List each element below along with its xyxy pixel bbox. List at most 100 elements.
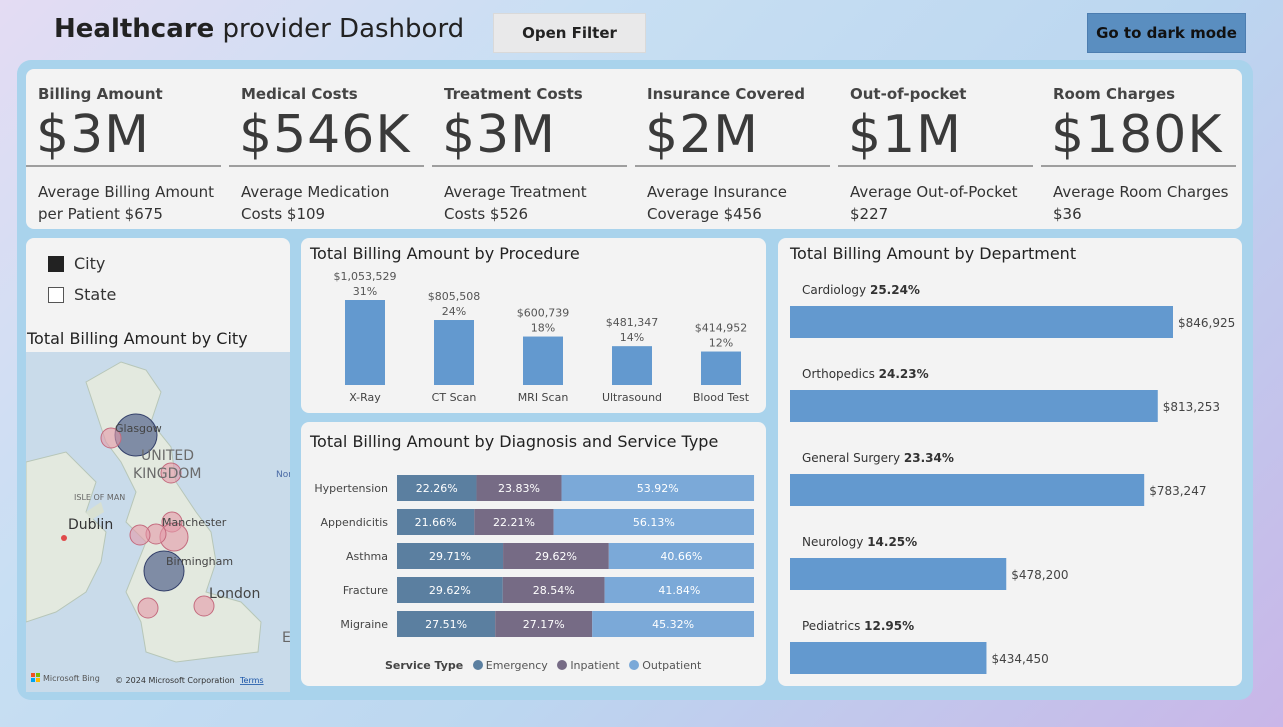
procedure-category-label: CT Scan (432, 391, 477, 404)
dark-mode-button[interactable]: Go to dark mode (1087, 13, 1246, 53)
procedure-bar[interactable] (434, 320, 474, 385)
diagnosis-segment-label: 22.21% (493, 516, 535, 529)
diagnosis-segment-label: 22.26% (416, 482, 458, 495)
toggle-city[interactable]: City (48, 254, 105, 273)
department-bar[interactable] (790, 474, 1145, 506)
diagnosis-segment-label: 53.92% (637, 482, 679, 495)
legend-title: Service Type (385, 659, 464, 672)
legend-emergency: Emergency (485, 659, 548, 672)
diagnosis-legend: Service Type Emergency Inpatient Outpati… (385, 659, 701, 672)
department-chart-panel: Total Billing Amount by Department Cardi… (778, 238, 1242, 686)
map-label-uk: UNITED (141, 448, 194, 464)
kpi-label: Billing Amount (38, 85, 163, 103)
department-bar[interactable] (790, 558, 1007, 590)
legend-dot-icon (629, 660, 640, 670)
open-filter-button[interactable]: Open Filter (493, 13, 646, 53)
department-value-label: $846,925 (1178, 316, 1235, 330)
procedure-category-label: MRI Scan (518, 391, 569, 404)
billing-map[interactable]: Glasgow UNITED KINGDOM ISLE OF MAN Dubli… (26, 352, 290, 692)
city-bubble[interactable] (129, 524, 151, 546)
procedure-chart-panel: Total Billing Amount by Procedure $1,053… (301, 238, 766, 413)
kpi-subtext: Average Out-of-Pocket $227 (850, 183, 1018, 223)
procedure-value-label: $414,952 (695, 322, 748, 335)
procedure-value-label: $1,053,529 (334, 270, 397, 283)
map-label-glasgow: Glasgow (115, 422, 162, 435)
department-bar[interactable] (790, 390, 1158, 422)
map-copyright: © 2024 Microsoft Corporation (115, 676, 235, 685)
department-percent: 23.34% (904, 451, 954, 465)
diagnosis-category-label: Fracture (343, 584, 388, 597)
map-label-manchester: Manchester (162, 516, 227, 529)
procedure-percent-label: 12% (709, 337, 733, 350)
kpi-subtext: Average Insurance Coverage $456 (647, 183, 787, 223)
legend-dot-icon (472, 660, 483, 670)
procedure-bar[interactable] (701, 351, 741, 385)
toggle-state-label: State (74, 285, 117, 304)
checkbox-empty-icon[interactable] (48, 286, 64, 303)
map-label-dublin: Dublin (68, 517, 113, 533)
procedure-value-label: $805,508 (428, 290, 481, 303)
diagnosis-segment-label: 56.13% (633, 516, 675, 529)
city-marker (61, 535, 67, 541)
toggle-state[interactable]: State (48, 285, 116, 304)
kpi-billing-amount: Billing Amount $3M Average Billing Amoun… (26, 69, 221, 229)
department-label: General Surgery 23.34% (802, 451, 954, 465)
terms-link[interactable]: Terms (239, 676, 264, 685)
kpi-subtext: Average Treatment Costs $526 (444, 183, 587, 223)
department-value-label: $813,253 (1163, 400, 1220, 414)
map-label-birmingham: Birmingham (166, 555, 233, 568)
map-title: Total Billing Amount by City (27, 329, 248, 348)
legend-outpatient: Outpatient (642, 659, 702, 672)
department-chart: Cardiology 25.24% $846,925 Orthopedics 24.… (790, 283, 1235, 674)
kpi-label: Treatment Costs (444, 85, 583, 103)
procedure-bar[interactable] (612, 346, 652, 385)
city-bubble[interactable] (137, 597, 159, 619)
kpi-value: $546K (239, 105, 411, 165)
department-bar[interactable] (790, 642, 987, 674)
diagnosis-segment-label: 29.62% (535, 550, 577, 563)
department-bar[interactable] (790, 306, 1173, 338)
department-value-label: $478,200 (1011, 568, 1068, 582)
map-canvas[interactable]: Glasgow UNITED KINGDOM ISLE OF MAN Dubli… (26, 352, 290, 692)
diagnosis-segment-label: 27.51% (425, 618, 467, 631)
procedure-chart: $1,053,529 31% X-Ray $805,508 24% CT Scan $600… (334, 270, 750, 404)
procedure-percent-label: 18% (531, 322, 555, 335)
department-label: Neurology 14.25% (802, 535, 917, 549)
legend-inpatient: Inpatient (570, 659, 620, 672)
bing-logo-icon (36, 673, 40, 677)
diagnosis-segment-label: 27.17% (523, 618, 565, 631)
diagnosis-segment-label: 29.62% (429, 584, 471, 597)
diagnosis-category-label: Hypertension (314, 482, 388, 495)
department-percent: 14.25% (867, 535, 917, 549)
bing-logo-icon (31, 678, 35, 682)
kpi-label: Room Charges (1053, 85, 1176, 103)
procedure-bar[interactable] (345, 300, 385, 385)
divider (1041, 165, 1236, 167)
checkbox-checked-icon[interactable] (48, 255, 64, 272)
kpi-value: $3M (36, 105, 151, 165)
kpi-value: $180K (1051, 105, 1223, 165)
bing-logo-icon (31, 673, 35, 677)
procedure-category-label: X-Ray (349, 391, 381, 404)
procedure-bar[interactable] (523, 336, 563, 385)
kpi-out-of-pocket: Out-of-pocket $1M Average Out-of-Pocket … (838, 69, 1033, 229)
procedure-percent-label: 24% (442, 305, 466, 318)
department-label: Pediatrics 12.95% (802, 619, 914, 633)
divider (26, 165, 221, 167)
kpi-label: Insurance Covered (647, 85, 805, 103)
diagnosis-segment-label: 40.66% (660, 550, 702, 563)
map-panel: City State Total Billing Amount by City … (26, 238, 290, 692)
diagnosis-chart-panel: Total Billing Amount by Diagnosis and Se… (301, 422, 766, 686)
procedure-category-label: Blood Test (693, 391, 750, 404)
kpi-label: Out-of-pocket (850, 85, 967, 103)
page-title: Healthcare provider Dashbord (54, 14, 465, 44)
map-label-e: E (282, 630, 290, 646)
department-label: Orthopedics 24.23% (802, 367, 929, 381)
diagnosis-category-label: Asthma (346, 550, 388, 563)
kpi-room-charges: Room Charges $180K Average Room Charges … (1041, 69, 1236, 229)
map-label-nor: Nor (276, 470, 290, 480)
map-label-kingdom: KINGDOM (133, 466, 202, 482)
department-percent: 12.95% (864, 619, 914, 633)
diagnosis-segment-label: 23.83% (498, 482, 540, 495)
department-name: General Surgery (802, 451, 904, 465)
